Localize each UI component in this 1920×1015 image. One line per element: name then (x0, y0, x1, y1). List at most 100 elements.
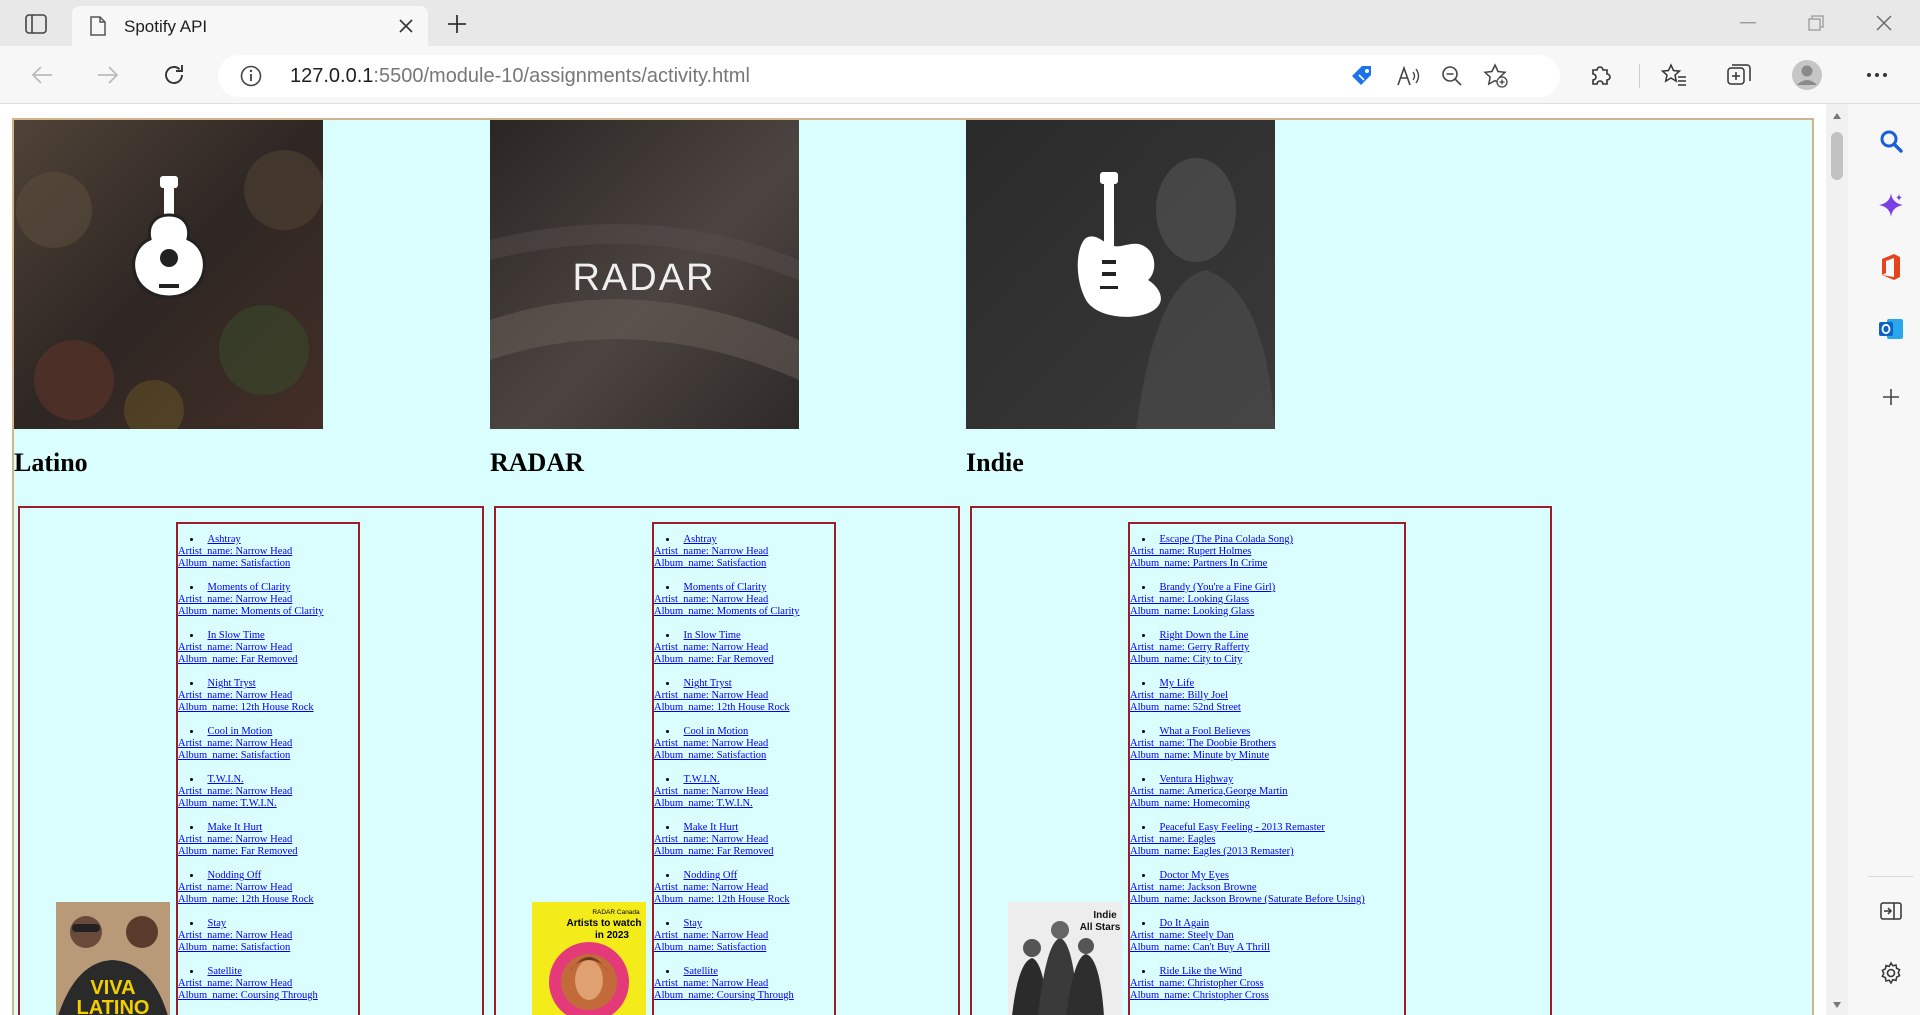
track-album-link[interactable]: Album_name: T.W.I.N. (654, 798, 826, 810)
scrollbar-thumb[interactable] (1831, 132, 1843, 180)
track-album-link[interactable]: Album_name: 12th House Rock (178, 894, 350, 906)
track-name-link[interactable]: My Life (1160, 678, 1195, 689)
track-artist-link[interactable]: Artist_name: Narrow Head (654, 978, 826, 990)
add-sidebar-app-button[interactable] (1876, 382, 1906, 412)
track-name-link[interactable]: Escape (The Pina Colada Song) (1160, 534, 1294, 545)
track-name-link[interactable]: Nodding Off (684, 870, 738, 881)
track-name-link[interactable]: Ashtray (684, 534, 717, 545)
vertical-scrollbar[interactable] (1826, 104, 1848, 1015)
track-name-link[interactable]: Stay (208, 918, 227, 929)
info-icon[interactable] (240, 65, 262, 92)
refresh-button[interactable] (157, 58, 191, 92)
track-artist-link[interactable]: Artist_name: Looking Glass (1130, 594, 1396, 606)
track-artist-link[interactable]: Artist_name: Narrow Head (654, 882, 826, 894)
track-artist-link[interactable]: Artist_name: Narrow Head (178, 786, 350, 798)
track-name-link[interactable]: Moments of Clarity (684, 582, 767, 593)
track-album-link[interactable]: Album_name: Satisfaction (178, 558, 350, 570)
track-album-link[interactable]: Album_name: 12th House Rock (654, 702, 826, 714)
track-artist-link[interactable]: Artist_name: Narrow Head (178, 642, 350, 654)
track-album-link[interactable]: Album_name: Christopher Cross (1130, 990, 1396, 1002)
track-album-link[interactable]: Album_name: Satisfaction (178, 750, 350, 762)
track-album-link[interactable]: Album_name: Satisfaction (654, 942, 826, 954)
tab-close-button[interactable] (394, 14, 418, 38)
track-artist-link[interactable]: Artist_name: Narrow Head (178, 546, 350, 558)
track-album-link[interactable]: Album_name: Moments of Clarity (178, 606, 350, 618)
category-cover-radar[interactable]: RADAR (490, 120, 799, 429)
outlook-button[interactable] (1876, 314, 1906, 344)
track-artist-link[interactable]: Artist_name: Eagles (1130, 834, 1396, 846)
extensions-button[interactable] (1584, 58, 1618, 92)
track-artist-link[interactable]: Artist_name: Narrow Head (178, 690, 350, 702)
track-name-link[interactable]: Night Tryst (208, 678, 256, 689)
track-album-link[interactable]: Album_name: Coursing Through (178, 990, 350, 1002)
track-artist-link[interactable]: Artist_name: Narrow Head (178, 882, 350, 894)
track-album-link[interactable]: Album_name: Jackson Browne (Saturate Bef… (1130, 894, 1396, 906)
new-tab-button[interactable] (442, 9, 472, 39)
track-album-link[interactable]: Album_name: City to City (1130, 654, 1396, 666)
track-name-link[interactable]: What a Fool Believes (1160, 726, 1251, 737)
track-album-link[interactable]: Album_name: Far Removed (178, 846, 350, 858)
track-name-link[interactable]: Nodding Off (208, 870, 262, 881)
minimize-button[interactable] (1720, 6, 1776, 40)
track-artist-link[interactable]: Artist_name: Steely Dan (1130, 930, 1396, 942)
playlist-cover-radar[interactable]: RADAR Canada Artists to watch in 2023 (532, 902, 646, 1015)
track-artist-link[interactable]: Artist_name: Narrow Head (654, 642, 826, 654)
track-album-link[interactable]: Album_name: Far Removed (654, 654, 826, 666)
scroll-down-arrow-icon[interactable] (1832, 1001, 1842, 1009)
office-button[interactable] (1876, 252, 1906, 282)
category-cover-indie[interactable] (966, 120, 1275, 429)
back-button[interactable] (25, 58, 59, 92)
track-name-link[interactable]: Do It Again (1160, 918, 1210, 929)
track-album-link[interactable]: Album_name: Can't Buy A Thrill (1130, 942, 1396, 954)
track-artist-link[interactable]: Artist_name: Billy Joel (1130, 690, 1396, 702)
playlist-cover-indie[interactable]: Indie All Stars (1008, 902, 1122, 1015)
track-artist-link[interactable]: Artist_name: Narrow Head (654, 930, 826, 942)
tab-actions-button[interactable] (14, 10, 58, 38)
track-artist-link[interactable]: Artist_name: Christopher Cross (1130, 978, 1396, 990)
track-album-link[interactable]: Album_name: Far Removed (178, 654, 350, 666)
track-album-link[interactable]: Album_name: Partners In Crime (1130, 558, 1396, 570)
track-artist-link[interactable]: Artist_name: Narrow Head (654, 786, 826, 798)
track-album-link[interactable]: Album_name: Eagles (2013 Remaster) (1130, 846, 1396, 858)
track-artist-link[interactable]: Artist_name: The Doobie Brothers (1130, 738, 1396, 750)
track-artist-link[interactable]: Artist_name: Narrow Head (178, 738, 350, 750)
forward-button[interactable] (91, 58, 125, 92)
track-album-link[interactable]: Album_name: Moments of Clarity (654, 606, 826, 618)
coupons-button[interactable] (1346, 60, 1378, 92)
track-album-link[interactable]: Album_name: Satisfaction (654, 558, 826, 570)
track-artist-link[interactable]: Artist_name: Rupert Holmes (1130, 546, 1396, 558)
url-text[interactable]: 127.0.0.1:5500/module-10/assignments/act… (290, 65, 750, 88)
track-name-link[interactable]: Satellite (208, 966, 242, 977)
track-album-link[interactable]: Album_name: Satisfaction (654, 750, 826, 762)
hide-sidebar-button[interactable] (1876, 896, 1906, 926)
track-album-link[interactable]: Album_name: Far Removed (654, 846, 826, 858)
track-name-link[interactable]: Night Tryst (684, 678, 732, 689)
add-favorite-button[interactable] (1480, 60, 1512, 92)
track-name-link[interactable]: Satellite (684, 966, 718, 977)
track-name-link[interactable]: Ventura Highway (1160, 774, 1234, 785)
track-name-link[interactable]: T.W.I.N. (208, 774, 244, 785)
track-album-link[interactable]: Album_name: 12th House Rock (654, 894, 826, 906)
track-artist-link[interactable]: Artist_name: Narrow Head (654, 834, 826, 846)
track-album-link[interactable]: Album_name: Minute by Minute (1130, 750, 1396, 762)
track-name-link[interactable]: Moments of Clarity (208, 582, 291, 593)
track-name-link[interactable]: Ride Like the Wind (1160, 966, 1243, 977)
track-name-link[interactable]: In Slow Time (684, 630, 741, 641)
settings-more-button[interactable] (1860, 58, 1894, 92)
address-bar[interactable]: 127.0.0.1:5500/module-10/assignments/act… (218, 55, 1560, 97)
track-artist-link[interactable]: Artist_name: Narrow Head (178, 978, 350, 990)
track-artist-link[interactable]: Artist_name: Narrow Head (654, 690, 826, 702)
track-name-link[interactable]: Brandy (You're a Fine Girl) (1160, 582, 1276, 593)
zoom-out-button[interactable] (1436, 60, 1468, 92)
track-name-link[interactable]: Cool in Motion (684, 726, 749, 737)
track-album-link[interactable]: Album_name: Coursing Through (654, 990, 826, 1002)
profile-button[interactable] (1790, 58, 1824, 92)
track-album-link[interactable]: Album_name: 12th House Rock (178, 702, 350, 714)
track-artist-link[interactable]: Artist_name: Narrow Head (178, 594, 350, 606)
track-album-link[interactable]: Album_name: Satisfaction (178, 942, 350, 954)
track-artist-link[interactable]: Artist_name: Narrow Head (654, 546, 826, 558)
close-window-button[interactable] (1856, 6, 1912, 40)
track-album-link[interactable]: Album_name: T.W.I.N. (178, 798, 350, 810)
restore-button[interactable] (1788, 6, 1844, 40)
copilot-button[interactable] (1876, 190, 1906, 220)
